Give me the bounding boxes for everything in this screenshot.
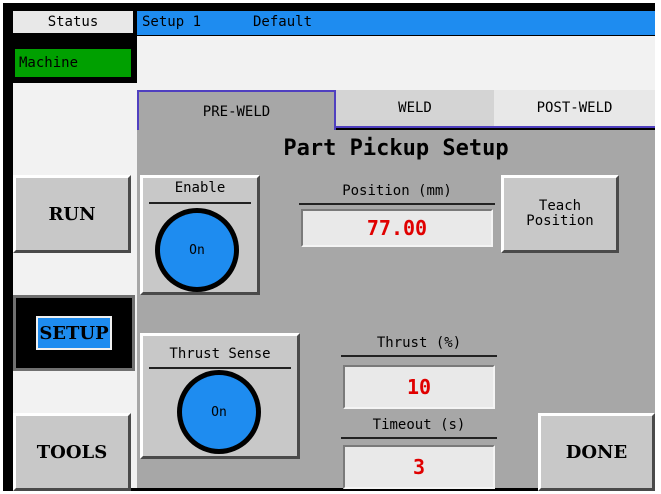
done-button[interactable]: DONE	[538, 413, 655, 491]
setup-button-label-box: SETUP	[36, 316, 112, 350]
thrust-sense-knob: On	[182, 375, 256, 449]
hmi-screen: Status Machine Setup 1 Default PRE-WELD …	[3, 3, 655, 491]
setup-name: Setup 1	[142, 14, 202, 30]
thrust-divider	[341, 355, 497, 357]
teach-label-line1: Teach	[538, 198, 582, 214]
position-value: 77.00	[301, 209, 493, 247]
enable-toggle-button[interactable]: Enable On	[140, 175, 260, 295]
tab-post-weld[interactable]: POST-WELD	[494, 90, 655, 128]
timeout-value: 3	[343, 445, 495, 489]
status-label: Status	[13, 11, 133, 33]
teach-position-button[interactable]: Teach Position	[501, 175, 619, 253]
timeout-divider	[341, 437, 497, 439]
enable-divider	[149, 202, 251, 204]
thrust-label: Thrust (%)	[376, 335, 462, 351]
thrust-sense-label: Thrust Sense	[169, 346, 271, 362]
tools-button[interactable]: TOOLS	[13, 413, 131, 491]
message-bar	[137, 36, 655, 90]
tab-weld[interactable]: WELD	[336, 90, 494, 128]
timeout-label: Timeout (s)	[372, 417, 466, 433]
tab-pre-weld[interactable]: PRE-WELD	[137, 90, 336, 132]
position-divider	[299, 203, 495, 205]
enable-label: Enable	[174, 180, 226, 196]
run-button[interactable]: RUN	[13, 175, 131, 253]
page-title: Part Pickup Setup	[283, 136, 509, 161]
thrust-sense-toggle-button[interactable]: Thrust Sense On	[140, 333, 300, 459]
machine-status-indicator: Machine	[13, 47, 133, 79]
teach-label-line2: Position	[526, 213, 594, 229]
enable-knob: On	[160, 213, 234, 287]
header-bar: Setup 1 Default	[137, 11, 655, 35]
position-label: Position (mm)	[342, 183, 452, 199]
setup-mode: Default	[253, 14, 313, 30]
thrust-sense-divider	[149, 367, 291, 369]
machine-label: Machine	[19, 55, 79, 71]
thrust-value: 10	[343, 365, 495, 409]
setup-button[interactable]: SETUP	[13, 295, 135, 371]
